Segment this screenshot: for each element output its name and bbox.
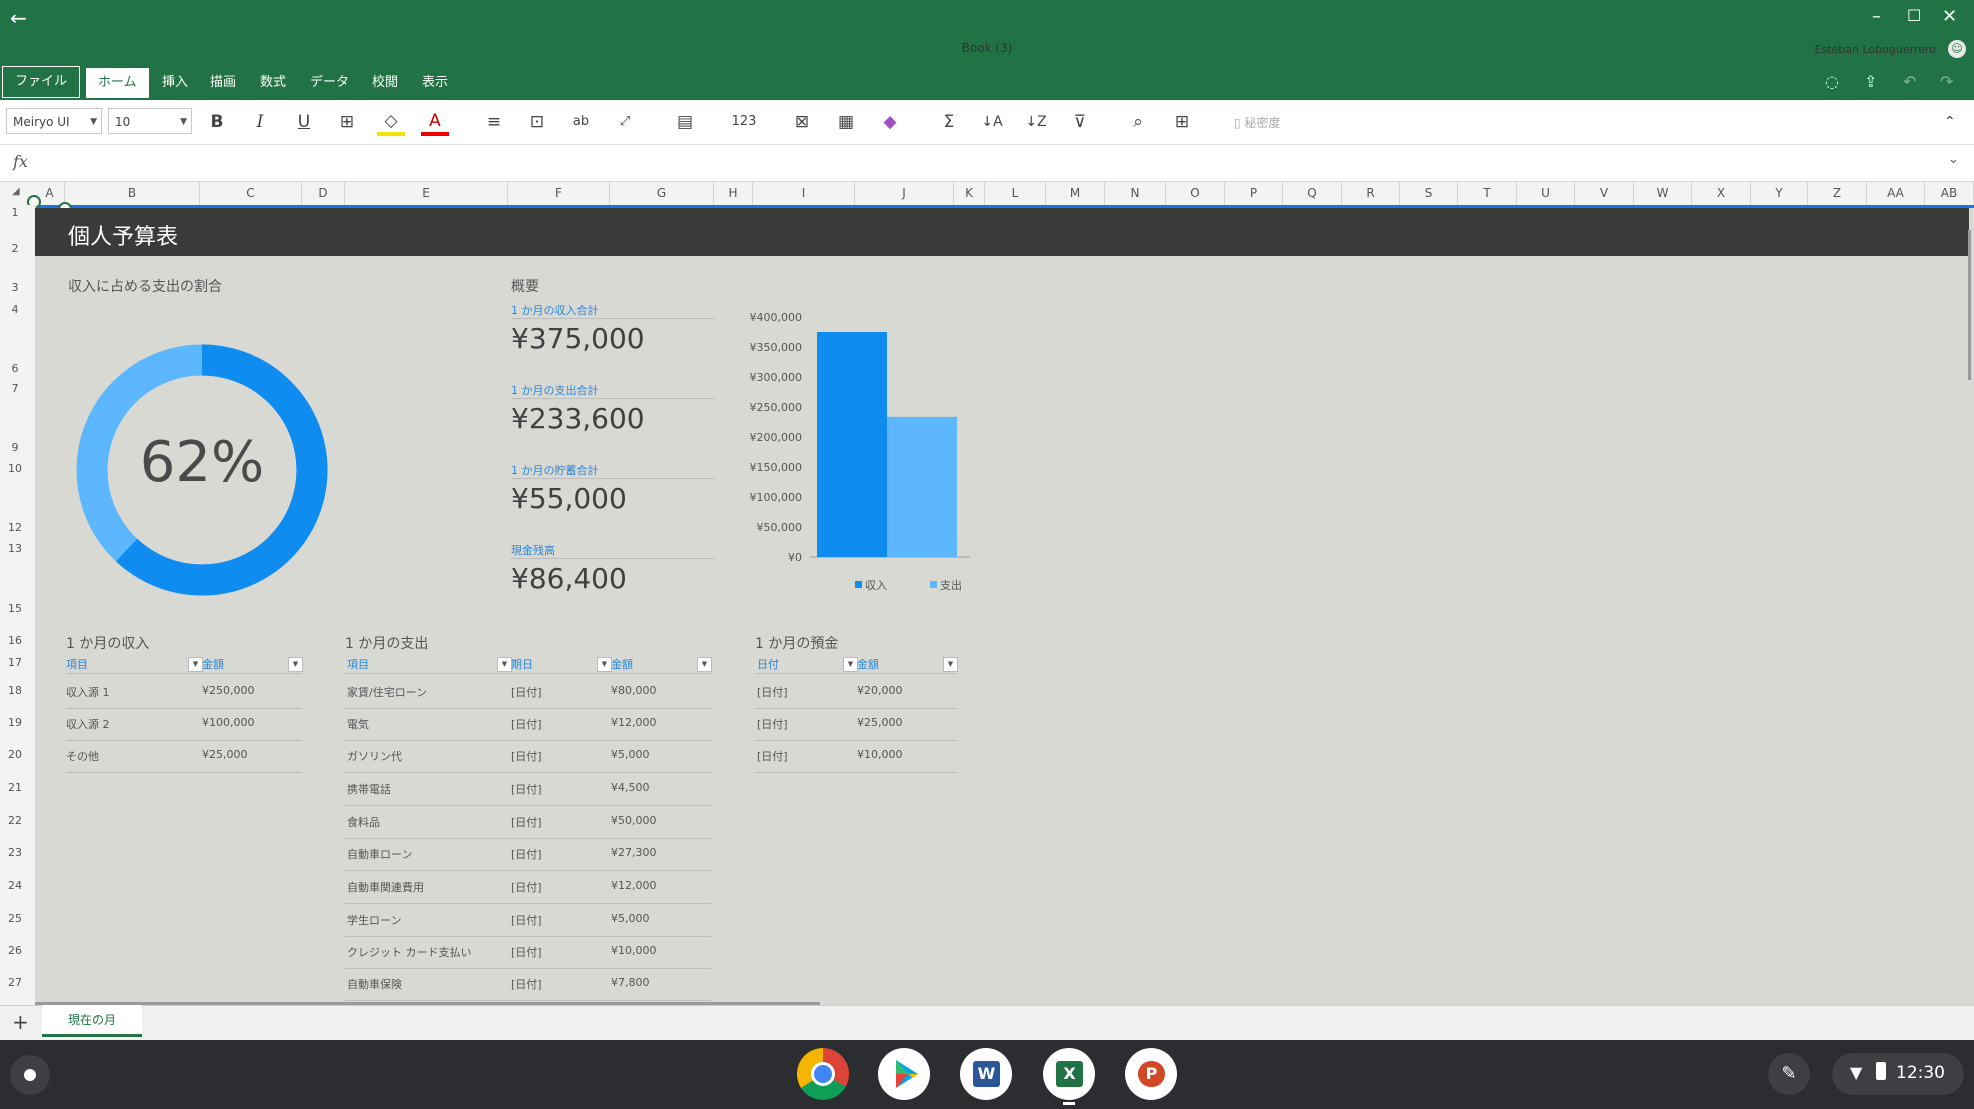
expense-row-line xyxy=(345,936,711,937)
filter-dropdown-icon[interactable]: ▼ xyxy=(188,657,203,672)
expense-cell[interactable]: [日付] xyxy=(511,748,542,764)
expense-row-line xyxy=(345,740,711,741)
expense-cell[interactable]: [日付] xyxy=(511,684,542,700)
savings-cell[interactable]: ¥10,000 xyxy=(857,748,903,761)
sheet-tab-bar xyxy=(0,1005,1974,1041)
income-header-line xyxy=(66,673,302,674)
expense-cell[interactable]: ¥4,500 xyxy=(611,781,650,794)
expense-cell[interactable]: ¥80,000 xyxy=(611,684,657,697)
expense-cell[interactable]: クレジット カード支払い xyxy=(347,944,472,960)
wifi-icon: ▼ xyxy=(1850,1063,1863,1082)
tables-layer: 1 か月の収入 項目 ▼ 金額 ▼ 収入源 1 ¥250,000 収入源 2 ¥100,000 そ… xyxy=(0,0,1974,1005)
sheet-tab-current-month[interactable]: 現在の月 xyxy=(42,1005,142,1037)
savings-cell[interactable]: ¥25,000 xyxy=(857,716,903,729)
clock: 12:30 xyxy=(1896,1063,1945,1083)
filter-dropdown-icon[interactable]: ▼ xyxy=(843,657,858,672)
add-sheet-button[interactable]: + xyxy=(12,1010,29,1034)
savings-header-0: 日付 xyxy=(757,658,779,671)
expense-row-line xyxy=(345,708,711,709)
income-row-line xyxy=(66,740,302,741)
expense-row-line xyxy=(345,838,711,839)
play-store-icon[interactable] xyxy=(878,1048,930,1100)
expense-row-line xyxy=(345,772,711,773)
expense-cell[interactable]: [日付] xyxy=(511,781,542,797)
income-cell[interactable]: その他 xyxy=(66,748,99,764)
expense-header-2: 金額 xyxy=(611,658,633,671)
expense-cell[interactable]: 携帯電話 xyxy=(347,781,391,797)
income-cell[interactable]: 収入源 1 xyxy=(66,684,110,700)
expense-cell[interactable]: [日付] xyxy=(511,846,542,862)
expense-cell[interactable]: ¥5,000 xyxy=(611,748,650,761)
income-title: 1 か月の収入 xyxy=(66,636,150,652)
expense-row-line xyxy=(345,968,711,969)
savings-row-line xyxy=(755,772,957,773)
expense-cell[interactable]: ¥12,000 xyxy=(611,879,657,892)
filter-dropdown-icon[interactable]: ▼ xyxy=(597,657,612,672)
income-header-1: 金額 xyxy=(202,658,224,671)
expense-row-line xyxy=(345,805,711,806)
expense-row-line xyxy=(345,903,711,904)
expense-cell[interactable]: 学生ローン xyxy=(347,912,401,928)
savings-cell[interactable]: ¥20,000 xyxy=(857,684,903,697)
expense-cell[interactable]: ¥12,000 xyxy=(611,716,657,729)
income-cell[interactable]: ¥100,000 xyxy=(202,716,255,729)
expense-cell[interactable]: [日付] xyxy=(511,944,542,960)
expense-cell[interactable]: [日付] xyxy=(511,976,542,992)
expense-row-line xyxy=(345,1000,711,1001)
expense-cell[interactable]: [日付] xyxy=(511,716,542,732)
expense-cell[interactable]: ¥5,000 xyxy=(611,912,650,925)
savings-title: 1 か月の預金 xyxy=(755,636,839,652)
chrome-icon[interactable] xyxy=(797,1048,849,1100)
expense-header-0: 項目 xyxy=(347,658,369,671)
income-row-line xyxy=(66,772,302,773)
expense-cell[interactable]: 自動車関連費用 xyxy=(347,879,424,895)
powerpoint-icon[interactable]: P xyxy=(1125,1048,1177,1100)
expense-cell[interactable]: 食料品 xyxy=(347,814,380,830)
status-tray[interactable]: ▼ 12:30 xyxy=(1832,1053,1964,1095)
expense-cell[interactable]: 家賃/住宅ローン xyxy=(347,684,427,700)
expense-cell[interactable]: [日付] xyxy=(511,814,542,830)
expense-cell[interactable]: 電気 xyxy=(347,716,369,732)
savings-header-1: 金額 xyxy=(857,658,879,671)
savings-row-line xyxy=(755,708,957,709)
income-cell[interactable]: 収入源 2 xyxy=(66,716,110,732)
savings-header-line xyxy=(755,673,957,674)
expense-cell[interactable]: ¥27,300 xyxy=(611,846,657,859)
expense-cell[interactable]: 自動車保険 xyxy=(347,976,402,992)
expense-cell[interactable]: ¥7,800 xyxy=(611,976,650,989)
savings-cell[interactable]: [日付] xyxy=(757,716,788,732)
filter-dropdown-icon[interactable]: ▼ xyxy=(497,657,512,672)
income-cell[interactable]: ¥25,000 xyxy=(202,748,248,761)
excel-icon[interactable]: X xyxy=(1043,1048,1095,1100)
savings-cell[interactable]: [日付] xyxy=(757,748,788,764)
savings-row-line xyxy=(755,740,957,741)
expense-cell[interactable]: [日付] xyxy=(511,912,542,928)
launcher-icon xyxy=(24,1069,36,1081)
income-header-0: 項目 xyxy=(66,658,88,671)
filter-dropdown-icon[interactable]: ▼ xyxy=(697,657,712,672)
vertical-scrollbar[interactable] xyxy=(1968,230,1971,380)
expense-cell[interactable]: [日付] xyxy=(511,879,542,895)
word-icon[interactable]: W xyxy=(960,1048,1012,1100)
income-row-line xyxy=(66,708,302,709)
expense-header-1: 期日 xyxy=(511,658,533,671)
expense-cell[interactable]: 自動車ローン xyxy=(347,846,412,862)
battery-icon xyxy=(1876,1062,1886,1080)
expense-title: 1 か月の支出 xyxy=(345,636,429,652)
filter-dropdown-icon[interactable]: ▼ xyxy=(288,657,303,672)
expense-row-line xyxy=(345,870,711,871)
stylus-icon[interactable]: ✎ xyxy=(1768,1053,1810,1095)
expense-cell[interactable]: ¥10,000 xyxy=(611,944,657,957)
income-cell[interactable]: ¥250,000 xyxy=(202,684,255,697)
savings-cell[interactable]: [日付] xyxy=(757,684,788,700)
expense-header-line xyxy=(345,673,711,674)
expense-cell[interactable]: ¥50,000 xyxy=(611,814,657,827)
filter-dropdown-icon[interactable]: ▼ xyxy=(943,657,958,672)
running-indicator xyxy=(1063,1102,1075,1105)
expense-cell[interactable]: ガソリン代 xyxy=(347,748,402,764)
